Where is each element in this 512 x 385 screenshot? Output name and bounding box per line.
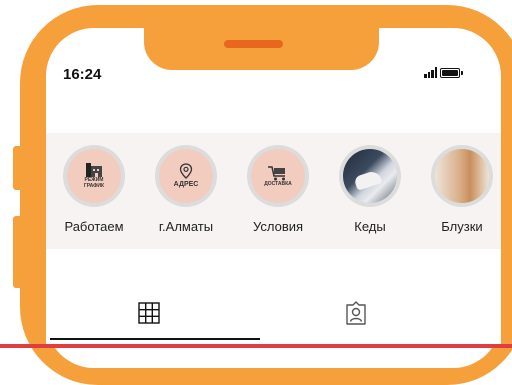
highlight-caption: АДРЕС: [173, 181, 199, 188]
tagged-person-icon: [346, 301, 366, 325]
story-highlights: РЕЖИМ ГРАФИК Работаем АДРЕС г.Алматы ДОС…: [46, 133, 501, 249]
status-time: 16:24: [63, 66, 102, 83]
highlight-label: г.Алматы: [158, 219, 214, 234]
highlight-caption-2: ГРАФИК: [83, 183, 105, 189]
blouse-photo: [435, 149, 489, 203]
sneakers-photo: [343, 149, 397, 203]
highlight-kedy[interactable]: Кеды: [328, 145, 412, 234]
highlight-usloviya[interactable]: ДОСТАВКА Условия: [236, 145, 320, 234]
store-icon: [86, 163, 102, 177]
highlight-label: Условия: [252, 219, 304, 234]
highlight-label: Кеды: [354, 219, 386, 234]
highlight-label: Работаем: [64, 219, 124, 234]
profile-tabs: [46, 290, 501, 348]
cart-icon: [268, 166, 285, 181]
highlight-almaty[interactable]: АДРЕС г.Алматы: [144, 145, 228, 234]
status-icons: [424, 67, 463, 78]
highlight-label: Блузки: [441, 219, 483, 234]
location-pin-icon: [179, 163, 193, 179]
battery-full-icon: [440, 67, 463, 78]
tab-grid[interactable]: [136, 300, 162, 326]
active-tab-indicator: [50, 338, 260, 340]
signal-bars-icon: [424, 67, 437, 78]
tab-tagged[interactable]: [343, 300, 369, 326]
grid-icon: [138, 302, 160, 324]
speaker-grille: [224, 40, 283, 48]
highlight-bluzki[interactable]: Блузки: [420, 145, 501, 234]
accent-divider: [0, 344, 512, 348]
highlight-caption: ДОСТАВКА: [264, 181, 292, 187]
highlight-rabotaem[interactable]: РЕЖИМ ГРАФИК Работаем: [52, 145, 136, 234]
